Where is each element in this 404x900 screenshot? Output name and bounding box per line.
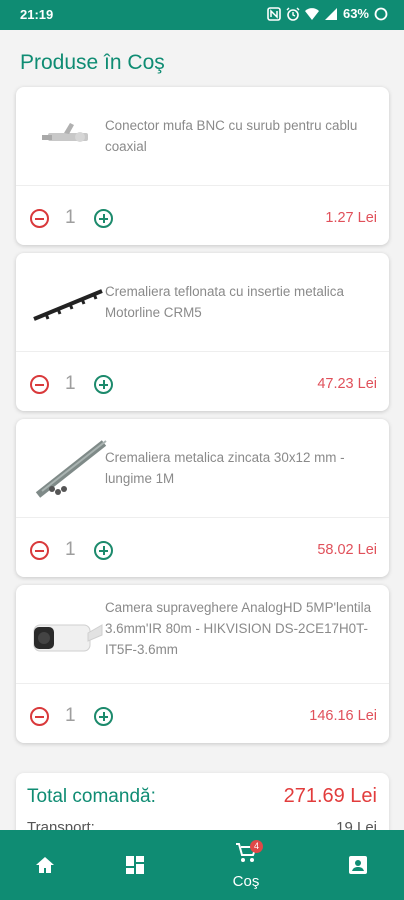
home-icon xyxy=(36,857,54,873)
decrease-quantity-button[interactable] xyxy=(30,707,49,726)
product-name[interactable]: Camera supraveghere AnalogHD 5MP'lentila… xyxy=(105,597,375,660)
card-divider xyxy=(16,683,389,684)
item-price: 58.02 Lei xyxy=(317,542,377,558)
item-price: 146.16 Lei xyxy=(309,708,377,724)
cart-item-card: Cremaliera metalica zincata 30x12 mm - l… xyxy=(16,419,389,577)
bnc-connector-image xyxy=(42,123,88,142)
item-price: 1.27 Lei xyxy=(325,210,377,226)
product-name[interactable]: Cremaliera teflonata cu insertie metalic… xyxy=(105,281,375,323)
nfc-icon xyxy=(267,6,281,21)
nav-home[interactable] xyxy=(15,830,75,900)
account-box-icon xyxy=(349,856,367,874)
card-divider xyxy=(16,185,389,186)
rack-teflon-image xyxy=(33,289,103,321)
status-bar: 21:19 63% xyxy=(0,0,404,30)
nav-cart[interactable]: 4 Coş xyxy=(216,830,276,900)
decrease-quantity-button[interactable] xyxy=(30,375,49,394)
battery-percent: 63% xyxy=(342,6,369,21)
nav-account[interactable] xyxy=(328,830,388,900)
cart-badge: 4 xyxy=(250,840,263,853)
item-price: 47.23 Lei xyxy=(317,376,377,392)
nav-dashboard[interactable] xyxy=(105,830,165,900)
rack-metal-image xyxy=(35,440,107,498)
product-name[interactable]: Cremaliera metalica zincata 30x12 mm - l… xyxy=(105,447,375,489)
quantity-value: 1 xyxy=(65,207,76,228)
status-icons: 63% xyxy=(267,6,388,21)
product-name[interactable]: Conector mufa BNC cu surub pentru cablu … xyxy=(105,115,375,157)
page-title: Produse în Coş xyxy=(20,51,165,74)
quantity-value: 1 xyxy=(65,373,76,394)
decrease-quantity-button[interactable] xyxy=(30,209,49,228)
card-divider xyxy=(16,351,389,352)
bottom-navigation: 4 Coş xyxy=(0,830,404,900)
increase-quantity-button[interactable] xyxy=(94,375,113,394)
camera-image xyxy=(33,624,103,652)
total-value: 271.69 Lei xyxy=(283,785,377,807)
card-divider xyxy=(16,517,389,518)
cart-label: Coş xyxy=(232,873,260,890)
total-label: Total comandă: xyxy=(27,786,156,807)
cart-item-card: Camera supraveghere AnalogHD 5MP'lentila… xyxy=(16,585,389,743)
increase-quantity-button[interactable] xyxy=(94,541,113,560)
battery-icon xyxy=(374,7,388,20)
dashboard-icon xyxy=(126,856,144,874)
decrease-quantity-button[interactable] xyxy=(30,541,49,560)
increase-quantity-button[interactable] xyxy=(94,707,113,726)
cart-item-card: Conector mufa BNC cu surub pentru cablu … xyxy=(16,87,389,245)
cart-item-card: Cremaliera teflonata cu insertie metalic… xyxy=(16,253,389,411)
wifi-icon xyxy=(304,7,319,20)
quantity-value: 1 xyxy=(65,705,76,726)
signal-icon xyxy=(324,7,337,20)
status-time: 21:19 xyxy=(20,7,54,22)
alarm-icon xyxy=(286,7,300,21)
quantity-value: 1 xyxy=(65,539,76,560)
increase-quantity-button[interactable] xyxy=(94,209,113,228)
